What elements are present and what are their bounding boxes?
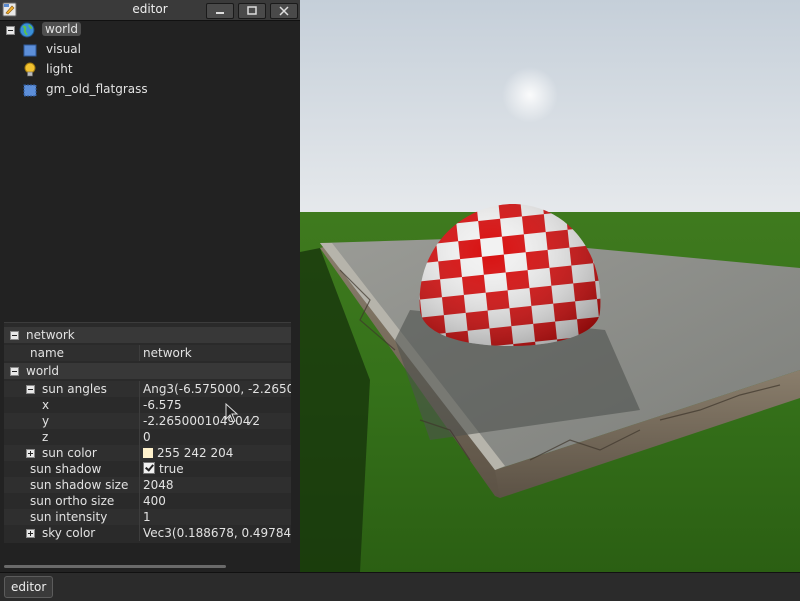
- prop-row-sun-shadow-size[interactable]: sun shadow size 2048: [4, 477, 291, 493]
- taskbar-editor-button[interactable]: editor: [4, 576, 54, 598]
- prop-label: sky color: [42, 526, 96, 540]
- prop-value[interactable]: Ang3(-6.575000, -2.26500: [143, 382, 291, 396]
- column-divider: [139, 445, 140, 461]
- column-divider: [139, 429, 140, 445]
- prop-row-sun-intensity[interactable]: sun intensity 1: [4, 509, 291, 525]
- color-value-text: 255 242 204: [157, 446, 234, 460]
- prop-label: sun color: [42, 446, 97, 460]
- prop-row-z[interactable]: z 0: [4, 429, 291, 445]
- close-button[interactable]: [270, 3, 298, 19]
- prop-label: sun intensity: [30, 510, 108, 524]
- 3d-viewport[interactable]: [300, 0, 800, 572]
- collapse-icon[interactable]: [6, 26, 15, 35]
- prop-label: sun angles: [42, 382, 107, 396]
- prop-value[interactable]: network: [143, 346, 192, 360]
- properties-panel: network name network world sun angles An…: [4, 322, 291, 543]
- tree-item-gm-old-flatgrass[interactable]: gm_old_flatgrass: [0, 80, 300, 100]
- tree-item-light[interactable]: light: [0, 60, 300, 80]
- cube-icon: [23, 44, 37, 57]
- mouse-cursor-icon: [225, 403, 239, 423]
- expand-icon[interactable]: [26, 449, 35, 458]
- prop-row-x[interactable]: x -6.575: [4, 397, 291, 413]
- tree-item-world[interactable]: world: [0, 20, 300, 40]
- prop-value[interactable]: 1: [143, 510, 151, 524]
- tree-item-label: visual: [46, 42, 81, 56]
- maximize-button[interactable]: [238, 3, 266, 19]
- column-divider: [139, 345, 140, 361]
- editor-window: editor world visual light gm_old_flatgra…: [0, 0, 300, 572]
- section-network[interactable]: network: [4, 327, 291, 343]
- prop-row-name[interactable]: name network: [4, 345, 291, 361]
- column-divider: [139, 397, 140, 413]
- scene-tree: world visual light gm_old_flatgrass: [0, 20, 300, 320]
- prop-value[interactable]: -6.575: [143, 398, 182, 412]
- column-divider: [139, 381, 140, 397]
- prop-label: x: [42, 398, 50, 412]
- prop-row-sun-angles[interactable]: sun angles Ang3(-6.575000, -2.26500: [4, 381, 291, 397]
- expand-icon[interactable]: [26, 529, 35, 538]
- scene-render: [300, 0, 800, 572]
- lightbulb-icon: [24, 62, 36, 77]
- prop-value[interactable]: true: [143, 462, 184, 476]
- collapse-icon[interactable]: [10, 367, 19, 376]
- prop-value[interactable]: Vec3(0.188678, 0.497844,: [143, 526, 291, 540]
- title-bar[interactable]: editor: [0, 0, 300, 21]
- prop-value[interactable]: 255 242 204: [143, 446, 233, 460]
- collapse-icon[interactable]: [10, 331, 19, 340]
- collapse-icon[interactable]: [26, 385, 35, 394]
- prop-label: sun ortho size: [30, 494, 115, 508]
- section-world[interactable]: world: [4, 363, 291, 379]
- prop-label: sun shadow size: [30, 478, 129, 492]
- prop-row-sun-ortho-size[interactable]: sun ortho size 400: [4, 493, 291, 509]
- prop-label: sun shadow: [30, 462, 102, 476]
- prop-label: name: [30, 346, 65, 360]
- minimize-icon: [216, 12, 224, 14]
- column-divider: [139, 477, 140, 493]
- prop-row-sky-color[interactable]: sky color Vec3(0.188678, 0.497844,: [4, 525, 291, 541]
- prop-value[interactable]: 400: [143, 494, 166, 508]
- tree-item-label: gm_old_flatgrass: [46, 82, 148, 96]
- column-divider: [139, 461, 140, 477]
- prop-label: z: [42, 430, 49, 444]
- tree-item-visual[interactable]: visual: [0, 40, 300, 60]
- column-divider: [139, 493, 140, 509]
- taskbar: editor: [0, 572, 800, 601]
- checkbox[interactable]: [143, 462, 155, 474]
- map-icon: [23, 84, 37, 97]
- prop-value[interactable]: -2.265000104904⁄2: [143, 414, 260, 428]
- prop-row-sun-color[interactable]: sun color 255 242 204: [4, 445, 291, 461]
- column-divider: [139, 509, 140, 525]
- prop-value[interactable]: 2048: [143, 478, 174, 492]
- color-swatch[interactable]: [143, 448, 153, 458]
- prop-label: y: [42, 414, 50, 428]
- section-title: world: [26, 364, 60, 378]
- checkbox-label: true: [159, 462, 184, 476]
- maximize-icon: [247, 6, 257, 15]
- section-title: network: [26, 328, 75, 342]
- tree-item-label: light: [46, 62, 73, 76]
- tree-item-label: world: [42, 22, 82, 36]
- prop-row-sun-shadow[interactable]: sun shadow true: [4, 461, 291, 477]
- globe-icon: [19, 22, 35, 38]
- minimize-button[interactable]: [206, 3, 234, 19]
- prop-value[interactable]: 0: [143, 430, 151, 444]
- prop-row-y[interactable]: y -2.265000104904⁄2: [4, 413, 291, 429]
- column-divider: [139, 413, 140, 429]
- column-divider: [139, 525, 140, 541]
- close-icon: [279, 6, 289, 16]
- horizontal-scrollbar[interactable]: [4, 565, 226, 568]
